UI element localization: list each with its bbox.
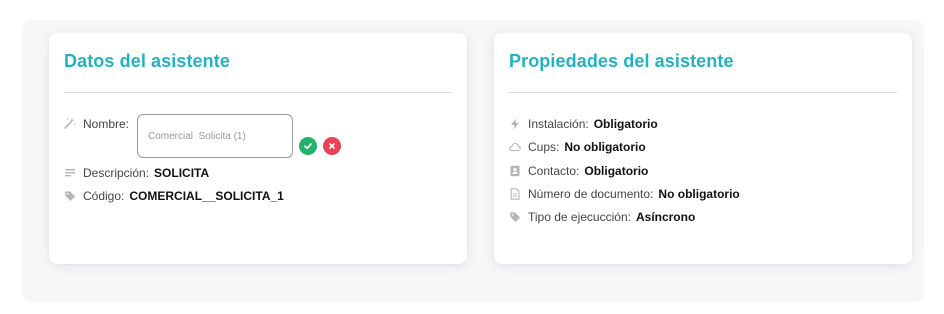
property-label: Contacto: — [528, 164, 580, 178]
close-icon — [329, 143, 335, 149]
property-row: Número de documento: No obligatorio — [509, 187, 740, 201]
property-row: Tipo de ejecucción: Asíncrono — [509, 210, 695, 224]
code-row: Código: COMERCIAL__SOLICITA_1 — [64, 189, 284, 203]
property-value: No obligatorio — [658, 187, 740, 201]
property-value: Obligatorio — [584, 164, 649, 178]
property-label: Tipo de ejecucción: — [528, 210, 631, 224]
check-icon — [304, 143, 312, 150]
magic-wand-icon — [64, 117, 76, 129]
cancel-button[interactable] — [323, 137, 341, 155]
name-row: Nombre: — [64, 117, 134, 131]
assistant-properties-card: Propiedades del asistente Instalación: O… — [494, 33, 912, 264]
property-label: Instalación: — [528, 117, 589, 131]
assistant-data-card: Datos del asistente Nombre: Descripción:… — [49, 33, 467, 264]
contact-icon — [509, 165, 521, 177]
bolt-icon — [509, 118, 521, 130]
property-row: Cups: No obligatorio — [509, 140, 646, 154]
code-value: COMERCIAL__SOLICITA_1 — [129, 189, 284, 203]
description-row: Descripción: SOLICITA — [64, 166, 209, 180]
divider — [64, 92, 452, 93]
property-row: Instalación: Obligatorio — [509, 117, 658, 131]
property-label: Número de documento: — [528, 187, 654, 201]
divider — [509, 92, 897, 93]
tag-icon — [509, 211, 521, 223]
document-icon — [509, 188, 521, 200]
property-value: Asíncrono — [635, 210, 696, 224]
description-value: SOLICITA — [154, 166, 210, 180]
tag-icon — [64, 190, 76, 202]
description-label: Descripción: — [83, 166, 150, 180]
property-row: Contacto: Obligatorio — [509, 164, 648, 178]
cloud-icon — [509, 141, 521, 153]
name-input[interactable] — [137, 114, 293, 158]
name-label: Nombre: — [83, 117, 130, 131]
property-value: No obligatorio — [564, 140, 646, 154]
card-title: Propiedades del asistente — [509, 51, 734, 71]
property-value: Obligatorio — [593, 117, 658, 131]
card-title: Datos del asistente — [64, 51, 230, 71]
property-label: Cups: — [528, 140, 560, 154]
confirm-button[interactable] — [299, 137, 317, 155]
text-lines-icon — [64, 167, 76, 179]
code-label: Código: — [83, 189, 125, 203]
